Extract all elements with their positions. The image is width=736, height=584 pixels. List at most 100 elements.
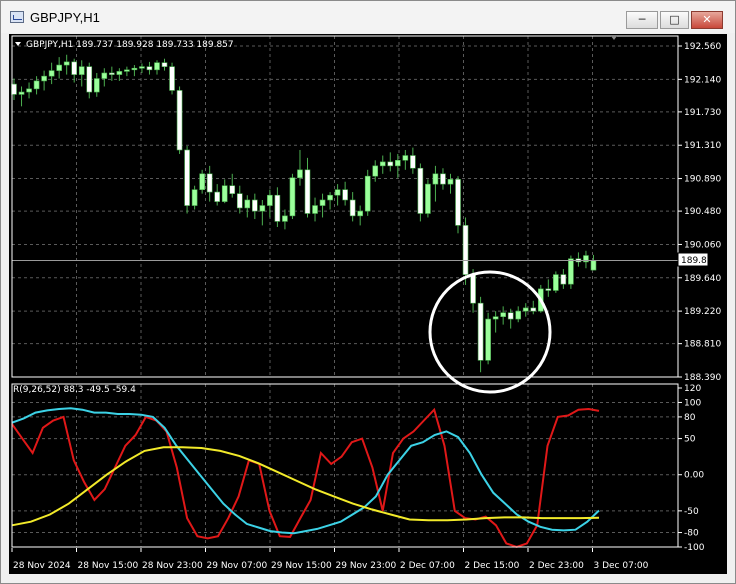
candle-body (199, 173, 205, 190)
x-tick-label: 28 Nov 23:00 (142, 561, 203, 571)
candle-body (470, 274, 476, 304)
candle-body (312, 205, 318, 214)
price-y-tick-label: 191.310 (684, 141, 721, 151)
candle-body (41, 75, 47, 82)
candle-body (447, 179, 454, 185)
window-title: GBPJPY,H1 (30, 10, 100, 25)
candle-body (440, 173, 446, 185)
candle-body (78, 66, 85, 75)
x-tick-label: 29 Nov 23:00 (336, 561, 397, 571)
candle-body (319, 199, 326, 206)
candle-body (553, 274, 559, 291)
indicator-y-tick-label: 80 (684, 413, 696, 423)
price-y-tick-label: 190.890 (684, 175, 721, 185)
price-y-tick-label: 190.060 (684, 240, 721, 250)
candle-body (289, 177, 296, 217)
candle-body (395, 160, 401, 167)
candle-body (154, 62, 160, 71)
minimize-button[interactable]: ─ (626, 11, 658, 29)
price-y-tick-label: 189.220 (684, 307, 721, 317)
x-tick-label: 29 Nov 07:00 (207, 561, 268, 571)
candle-body (410, 155, 416, 169)
x-tick-label: 28 Nov 15:00 (78, 561, 139, 571)
candle-body (139, 66, 145, 69)
maximize-icon: □ (669, 13, 680, 26)
candle-body (349, 199, 356, 217)
candle-body (515, 310, 522, 320)
candle-body (545, 288, 552, 291)
indicator-info-label: R(9,26,52) 88.3 -49.5 -59.4 (13, 385, 136, 395)
x-tick-label: 2 Dec 15:00 (465, 561, 520, 571)
candle-body (259, 205, 266, 212)
candle-body (425, 183, 431, 214)
chart-area[interactable]: 28 Nov 2024 28 Nov 15:00 28 Nov 23:00 29 No… (9, 34, 727, 574)
candle-body (387, 161, 394, 167)
candle-body (417, 167, 424, 214)
current-price-label: 189.857 (681, 256, 718, 266)
x-tick-label: 2 Dec 23:00 (529, 561, 584, 571)
candle-body (252, 199, 258, 212)
price-y-tick-label: 188.390 (684, 373, 721, 383)
candle-body (176, 90, 183, 151)
candle-body (191, 189, 198, 206)
candle-body (357, 210, 363, 217)
candle-body (342, 189, 348, 201)
candle-body (492, 316, 499, 320)
candle-body (522, 307, 529, 312)
indicator-y-tick-label: -80 (684, 529, 699, 539)
candle-body (184, 149, 190, 206)
chart-background (9, 34, 727, 574)
candle-body (334, 189, 341, 196)
candle-body (18, 91, 25, 95)
candle-body (327, 194, 333, 201)
maximize-button[interactable]: □ (660, 11, 689, 29)
candle-body (116, 71, 123, 75)
price-y-tick-label: 190.480 (684, 207, 721, 217)
indicator-y-tick-label: 0.00 (684, 471, 704, 481)
x-tick-label: 2 Dec 07:00 (400, 561, 455, 571)
close-icon: ✕ (702, 13, 712, 26)
indicator-y-tick-label: 50 (684, 435, 696, 445)
candle-body (402, 155, 409, 161)
candle-body (56, 64, 62, 71)
candle-body (146, 66, 153, 71)
indicator-y-tick-label: 100 (684, 398, 701, 408)
close-button[interactable]: ✕ (691, 11, 723, 29)
candle-body (372, 165, 379, 177)
candle-body (297, 169, 303, 179)
candle-body (485, 318, 491, 361)
candle-body (63, 61, 70, 66)
candle-body (101, 72, 108, 79)
chart-info-label: GBPJPY,H1 189.737 189.928 189.733 189.85… (26, 40, 234, 50)
candle-body (590, 260, 597, 271)
candle-body (214, 191, 220, 202)
candle-body (379, 161, 386, 167)
candle-body (131, 67, 138, 71)
candle-body (462, 225, 469, 275)
candle-body (364, 175, 371, 212)
indicator-y-tick-label: -100 (684, 543, 705, 553)
candle-body (432, 173, 439, 185)
candle-body (500, 312, 506, 317)
candle-body (33, 80, 40, 90)
candle-body (71, 61, 78, 75)
candle-body (455, 179, 461, 226)
candle-body (530, 307, 537, 312)
candle-body (206, 173, 213, 193)
x-tick-label: 29 Nov 15:00 (271, 561, 332, 571)
minimize-icon: ─ (638, 13, 646, 26)
candle-body (274, 194, 281, 222)
price-y-tick-label: 189.640 (684, 274, 721, 284)
x-tick-label: 3 Dec 07:00 (594, 561, 649, 571)
indicator-y-tick-label: -50 (684, 507, 699, 517)
candle-body (93, 78, 100, 93)
chart-window-icon (10, 11, 24, 23)
candle-body (124, 69, 130, 72)
candle-body (507, 312, 514, 320)
window-titlebar[interactable]: GBPJPY,H1 ─ □ ✕ (1, 1, 735, 33)
candle-body (568, 258, 574, 285)
candle-body (169, 66, 175, 91)
candle-body (477, 302, 484, 361)
price-y-tick-label: 192.560 (684, 42, 721, 52)
candle-body (86, 66, 93, 93)
